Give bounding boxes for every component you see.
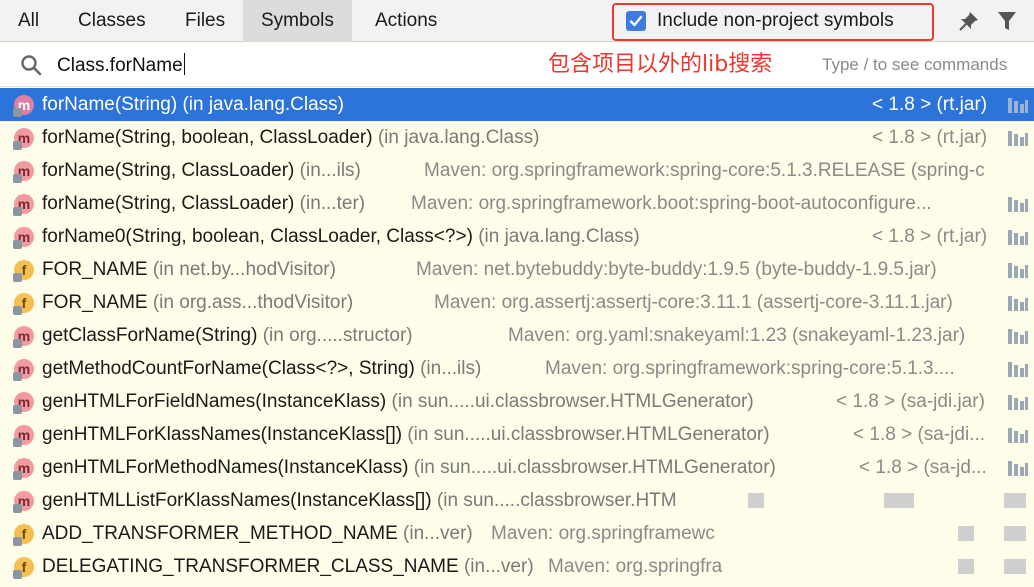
result-label: forName(String, boolean, ClassLoader) (i… <box>42 127 540 148</box>
library-icon <box>1008 296 1028 311</box>
search-input[interactable]: Class.forName <box>57 43 186 87</box>
result-row[interactable]: f ADD_TRANSFORMER_METHOD_NAME (in...ver)… <box>0 517 1034 550</box>
result-source: < 1.8 > (sa-jd... <box>859 457 987 478</box>
lock-icon <box>13 372 22 381</box>
redacted-block <box>958 526 974 541</box>
result-row[interactable]: m getClassForName(String) (in org.....st… <box>0 319 1034 352</box>
result-row[interactable]: m genHTMLForMethodNames(InstanceKlass) (… <box>0 451 1034 484</box>
lock-icon <box>13 273 22 282</box>
result-label: forName0(String, boolean, ClassLoader, C… <box>42 226 640 247</box>
lock-icon <box>13 405 22 414</box>
lock-icon <box>13 570 22 579</box>
result-label: FOR_NAME (in net.by...hodVisitor) <box>42 259 336 280</box>
result-label: genHTMLForMethodNames(InstanceKlass) (in… <box>42 457 776 478</box>
library-icon <box>1008 428 1028 443</box>
result-source: Maven: org.assertj:assertj-core:3.11.1 (… <box>434 292 953 313</box>
tab-files[interactable]: Files <box>167 0 243 42</box>
tab-classes[interactable]: Classes <box>60 0 164 42</box>
search-bar: Class.forName 包含项目以外的lib搜索 Type / to see… <box>0 43 1034 87</box>
library-icon <box>1008 362 1028 377</box>
result-row[interactable]: m forName(String, ClassLoader) (in...ter… <box>0 187 1034 220</box>
result-source: Maven: org.springframework.boot:spring-b… <box>411 193 932 214</box>
result-row[interactable]: f DELEGATING_TRANSFORMER_CLASS_NAME (in.… <box>0 550 1034 583</box>
result-row[interactable]: f FOR_NAME (in net.by...hodVisitor) Mave… <box>0 253 1034 286</box>
text-caret <box>183 53 186 75</box>
filter-icon[interactable] <box>997 10 1017 32</box>
redacted-block <box>884 493 914 508</box>
lock-icon <box>13 471 22 480</box>
search-icon <box>21 55 42 76</box>
result-row[interactable]: m forName0(String, boolean, ClassLoader,… <box>0 220 1034 253</box>
result-label: forName(String, ClassLoader) (in...ils) <box>42 160 361 181</box>
lock-icon <box>13 537 22 546</box>
result-row[interactable]: m forName(String, boolean, ClassLoader) … <box>0 121 1034 154</box>
lock-icon <box>13 207 22 216</box>
result-label: genHTMLListForKlassNames(InstanceKlass[]… <box>42 490 677 511</box>
redacted-block <box>748 493 764 508</box>
result-row[interactable]: f FOR_NAME (in org.ass...thodVisitor) Ma… <box>0 286 1034 319</box>
redacted-block <box>958 559 974 574</box>
result-row[interactable]: m genHTMLListForKlassNames(InstanceKlass… <box>0 484 1034 517</box>
result-source: Maven: org.springfra <box>548 556 723 577</box>
pin-icon[interactable] <box>958 10 980 32</box>
result-source: Maven: org.springframewc <box>491 523 715 544</box>
result-row[interactable]: m forName(String, ClassLoader) (in...ils… <box>0 154 1034 187</box>
library-icon <box>1008 230 1028 245</box>
annotation-text: 包含项目以外的lib搜索 <box>548 52 773 77</box>
results-list: m forName(String) (in java.lang.Class) <… <box>0 88 1034 587</box>
library-icon <box>1008 131 1028 146</box>
result-row[interactable]: m forName(String) (in java.lang.Class) <… <box>0 88 1034 121</box>
lock-icon <box>13 174 22 183</box>
lock-icon <box>13 339 22 348</box>
include-non-project-checkbox[interactable] <box>626 11 646 31</box>
checkmark-icon <box>629 15 643 27</box>
result-source: < 1.8 > (rt.jar) <box>872 94 988 115</box>
tab-all[interactable]: All <box>0 0 57 42</box>
lock-icon <box>13 306 22 315</box>
library-icon <box>1008 329 1028 344</box>
library-icon <box>1008 461 1028 476</box>
result-source: Maven: org.yaml:snakeyaml:1.23 (snakeyam… <box>508 325 966 346</box>
tab-bar: All Classes Files Symbols Actions Includ… <box>0 0 1034 42</box>
tab-symbols[interactable]: Symbols <box>243 0 352 42</box>
lock-icon <box>13 141 22 150</box>
tab-actions[interactable]: Actions <box>357 0 455 42</box>
result-label: getClassForName(String) (in org.....stru… <box>42 325 413 346</box>
result-label: FOR_NAME (in org.ass...thodVisitor) <box>42 292 354 313</box>
result-source: < 1.8 > (rt.jar) <box>872 127 988 148</box>
redacted-block <box>1004 559 1026 574</box>
result-row[interactable]: m getMethodCountForName(Class<?>, String… <box>0 352 1034 385</box>
result-source: Maven: org.springframework:spring-core:5… <box>545 358 955 379</box>
result-row[interactable]: m genHTMLForFieldNames(InstanceKlass) (i… <box>0 385 1034 418</box>
result-label: getMethodCountForName(Class<?>, String) … <box>42 358 482 379</box>
include-non-project-label[interactable]: Include non-project symbols <box>657 0 894 42</box>
library-icon <box>1008 263 1028 278</box>
library-icon <box>1008 395 1028 410</box>
redacted-block <box>1004 493 1026 508</box>
result-source: < 1.8 > (sa-jdi.jar) <box>836 391 985 412</box>
result-source: Maven: org.springframework:spring-core:5… <box>424 160 985 181</box>
lock-icon <box>13 108 22 117</box>
lock-icon <box>13 240 22 249</box>
result-source: < 1.8 > (sa-jdi... <box>853 424 986 445</box>
library-icon <box>1008 197 1028 212</box>
result-source: Maven: net.bytebuddy:byte-buddy:1.9.5 (b… <box>416 259 937 280</box>
result-label: genHTMLForFieldNames(InstanceKlass) (in … <box>42 391 754 412</box>
lock-icon <box>13 504 22 513</box>
result-label: forName(String) (in java.lang.Class) <box>42 94 345 115</box>
result-row[interactable]: m genHTMLForKlassNames(InstanceKlass[]) … <box>0 418 1034 451</box>
result-source: < 1.8 > (rt.jar) <box>872 226 988 247</box>
result-label: forName(String, ClassLoader) (in...ter) <box>42 193 366 214</box>
result-label: DELEGATING_TRANSFORMER_CLASS_NAME (in...… <box>42 556 534 577</box>
redacted-block <box>1004 526 1026 541</box>
result-label: ADD_TRANSFORMER_METHOD_NAME (in...ver) <box>42 523 473 544</box>
lock-icon <box>13 438 22 447</box>
search-hint: Type / to see commands <box>822 55 1008 74</box>
result-label: genHTMLForKlassNames(InstanceKlass[]) (i… <box>42 424 770 445</box>
library-icon <box>1008 98 1028 113</box>
